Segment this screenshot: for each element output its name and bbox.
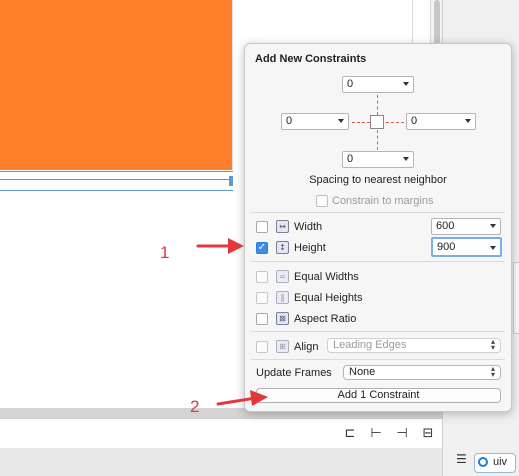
canvas-bottom-toolbar: ⊏ ⊢ ⊣ ⊟ (0, 418, 442, 448)
align-type-icon: ⊞ (276, 340, 289, 353)
object-chip-label: uiv (493, 456, 508, 468)
selected-view-outline[interactable] (0, 171, 233, 191)
spacing-bottom-field[interactable]: 0 (342, 151, 414, 168)
popover-title: Add New Constraints (255, 53, 367, 65)
update-frames-label: Update Frames (256, 367, 332, 379)
inspector-field[interactable] (513, 262, 519, 334)
pin-top-strut[interactable] (377, 95, 378, 115)
equal-widths-checkbox[interactable] (256, 271, 268, 283)
spacing-left-field[interactable]: 0 (281, 113, 349, 130)
object-icon (478, 457, 488, 467)
spacing-caption: Spacing to nearest neighbor (309, 174, 447, 186)
equal-widths-label: Equal Widths (294, 271, 359, 283)
aspect-ratio-icon: ⊠ (276, 312, 289, 325)
spacing-top-field[interactable]: 0 (342, 76, 414, 93)
width-icon: ↔ (276, 220, 289, 233)
add-constraints-popover: Add New Constraints 0 0 0 0 Spacing to n… (244, 43, 512, 412)
align-label: Align (294, 341, 319, 353)
width-value: 600 (436, 220, 455, 232)
divider (251, 331, 505, 332)
update-frames-value: None (349, 366, 376, 378)
spacing-right-field[interactable]: 0 (406, 113, 476, 130)
add-constraint-button-label: Add 1 Constraint (337, 389, 420, 401)
spacing-right-value: 0 (411, 115, 418, 127)
align-select[interactable]: Leading Edges ▴ ▾ (327, 338, 501, 353)
width-checkbox[interactable] (256, 221, 268, 233)
annotation-step-1: 1 (160, 243, 170, 262)
width-field[interactable]: 600 (431, 218, 501, 235)
resolve-icon[interactable]: ⊣ (393, 426, 411, 442)
spacing-bottom-value: 0 (347, 153, 354, 165)
divider (251, 261, 505, 262)
annotation-step-2: 2 (190, 397, 200, 416)
resize-handle[interactable] (229, 176, 233, 186)
pin-right-strut[interactable] (386, 122, 404, 123)
equal-heights-label: Equal Heights (294, 292, 363, 304)
aspect-ratio-label: Aspect Ratio (294, 313, 357, 325)
constrain-margins-label: Constrain to margins (332, 195, 434, 207)
constrain-margins-checkbox[interactable] (316, 195, 328, 207)
height-label: Height (294, 242, 326, 254)
spacing-top-value: 0 (347, 78, 354, 90)
align-select-value: Leading Edges (333, 339, 407, 351)
align-icon[interactable]: ⊏ (341, 426, 359, 442)
height-icon: ↕ (276, 241, 289, 254)
annotation-arrow-1 (196, 238, 244, 254)
list-icon[interactable]: ☰ (456, 452, 467, 466)
height-value: 900 (437, 241, 456, 253)
aspect-ratio-checkbox[interactable] (256, 313, 268, 325)
updown-icon: ▴ ▾ (490, 337, 495, 352)
spacing-left-value: 0 (286, 115, 293, 127)
pin-icon[interactable]: ⊢ (367, 426, 385, 442)
equal-heights-checkbox[interactable] (256, 292, 268, 304)
resize-icon[interactable]: ⊟ (419, 426, 437, 442)
pin-bottom-strut[interactable] (377, 130, 378, 150)
updown-icon: ▴ ▾ (490, 364, 495, 379)
equal-widths-icon: = (276, 270, 289, 283)
add-constraint-button[interactable]: Add 1 Constraint (256, 388, 501, 403)
align-checkbox[interactable] (256, 341, 268, 353)
height-checkbox[interactable]: ✓ (256, 242, 268, 254)
update-frames-select[interactable]: None ▴ ▾ (343, 365, 501, 380)
object-chip[interactable]: uiv (474, 453, 516, 473)
pin-center-square (370, 115, 384, 129)
canvas-divider (232, 0, 233, 170)
divider (251, 359, 505, 360)
pin-left-strut[interactable] (352, 122, 370, 123)
equal-heights-icon: ‖ (276, 291, 289, 304)
divider (251, 212, 505, 213)
width-label: Width (294, 221, 323, 233)
orange-view[interactable] (0, 0, 232, 170)
height-field[interactable]: 900 (431, 237, 502, 257)
annotation-arrow-2 (216, 390, 268, 406)
